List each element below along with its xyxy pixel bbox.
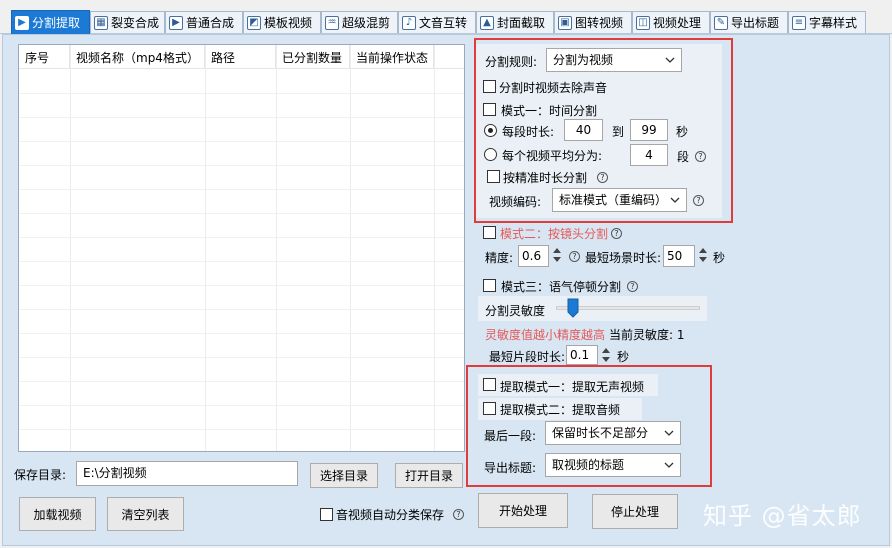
edit-icon: ✎ (714, 15, 728, 30)
column-divider (70, 45, 71, 451)
choose-dir-button[interactable]: 选择目录 (310, 463, 378, 488)
row-separator (19, 213, 464, 214)
help-icon[interactable]: ? (627, 281, 638, 292)
current-sensitivity: 当前灵敏度: 1 (609, 328, 685, 342)
tab-split-extract[interactable]: ▶ 分割提取 (11, 10, 90, 34)
open-dir-button[interactable]: 打开目录 (395, 463, 463, 488)
min-scene-label: 最短场景时长: (585, 251, 662, 265)
help-icon[interactable]: ? (453, 509, 464, 520)
min-clip-input[interactable]: 0.1 (566, 345, 598, 365)
mode3-checkbox[interactable] (483, 279, 496, 292)
start-process-button[interactable]: 开始处理 (478, 493, 568, 528)
tab-label: 裂变合成 (111, 16, 160, 30)
column-header-status[interactable]: 当前操作状态 (350, 45, 434, 69)
tab-template-video[interactable]: ◩ 模板视频 (243, 11, 321, 33)
tab-text-audio[interactable]: ♪ 文音互转 (398, 11, 476, 33)
tab-label: 视频处理 (653, 16, 702, 30)
row-separator (19, 93, 464, 94)
row-separator (19, 381, 464, 382)
clear-list-button[interactable]: 清空列表 (107, 497, 184, 531)
row-separator (19, 357, 464, 358)
min-scene-input[interactable]: 50 (663, 245, 695, 267)
column-divider (434, 45, 435, 451)
image-icon: ▲ (480, 15, 494, 30)
template-icon: ◩ (247, 15, 261, 30)
slideshow-icon: ▣ (558, 15, 572, 30)
tab-export-title[interactable]: ✎ 导出标题 (710, 11, 788, 33)
min-scene-spinner[interactable] (697, 245, 709, 265)
column-divider (205, 45, 206, 451)
tab-super-mix[interactable]: ♒ 超级混剪 (321, 11, 398, 33)
tab-cover-capture[interactable]: ▲ 封面截取 (476, 11, 554, 33)
seconds-label: 秒 (617, 350, 630, 364)
video-process-icon: ◫ (636, 15, 650, 30)
row-separator (19, 429, 464, 430)
tab-label: 模板视频 (264, 16, 313, 30)
sensitivity-label: 分割灵敏度 (485, 304, 546, 318)
row-separator (19, 333, 464, 334)
column-divider (350, 45, 351, 451)
load-video-button[interactable]: 加载视频 (19, 497, 96, 531)
video-list-table[interactable]: 序号 视频名称（mp4格式） 路径 已分割数量 当前操作状态 (18, 44, 465, 452)
row-separator (19, 165, 464, 166)
help-icon[interactable]: ? (611, 228, 622, 239)
row-separator (19, 285, 464, 286)
highlight-box-split (474, 38, 733, 223)
waveform-icon: ♒ (325, 15, 339, 30)
tab-fission-compose[interactable]: ▦ 裂变合成 (90, 11, 165, 33)
auto-classify-label: 音视频自动分类保存 (336, 508, 445, 522)
precision-spinner[interactable] (551, 245, 563, 265)
min-clip-spinner[interactable] (600, 345, 612, 365)
row-separator (19, 237, 464, 238)
row-separator (19, 189, 464, 190)
auto-classify-checkbox[interactable] (320, 508, 333, 521)
tab-subtitle-style[interactable]: ≡ 字幕样式 (788, 11, 866, 33)
precision-input[interactable]: 0.6 (518, 245, 549, 267)
column-header-name[interactable]: 视频名称（mp4格式） (70, 45, 205, 69)
sensitivity-hint: 灵敏度值越小精度越高 (485, 328, 606, 342)
column-header-index[interactable]: 序号 (19, 45, 70, 69)
sensitivity-slider[interactable] (556, 298, 700, 318)
row-separator (19, 117, 464, 118)
tab-label: 超级混剪 (342, 16, 391, 30)
row-separator (19, 261, 464, 262)
row-separator (19, 405, 464, 406)
precision-label: 精度: (485, 251, 514, 265)
help-icon[interactable]: ? (569, 251, 580, 262)
highlight-box-extract (466, 365, 712, 487)
mode2-checkbox[interactable] (483, 226, 496, 239)
tab-video-process[interactable]: ◫ 视频处理 (632, 11, 710, 33)
column-header-path[interactable]: 路径 (205, 45, 276, 69)
film-icon: ▦ (94, 15, 108, 30)
column-header-split-count[interactable]: 已分割数量 (276, 45, 350, 69)
row-separator (19, 141, 464, 142)
tab-image-to-video[interactable]: ▣ 图转视频 (554, 11, 632, 33)
tab-label: 文音互转 (419, 16, 468, 30)
play-icon: ▶ (169, 15, 183, 30)
tab-label: 分割提取 (32, 16, 81, 30)
mode3-label: 模式三：语气停顿分割 (501, 280, 622, 294)
slider-thumb[interactable] (567, 298, 579, 318)
microphone-icon: ♪ (402, 15, 416, 30)
tab-label: 图转视频 (575, 16, 624, 30)
tab-label: 导出标题 (731, 16, 780, 30)
tab-normal-compose[interactable]: ▶ 普通合成 (165, 11, 243, 33)
save-dir-label: 保存目录: (14, 468, 67, 482)
tab-label: 封面截取 (497, 16, 546, 30)
row-separator (19, 309, 464, 310)
subtitle-icon: ≡ (792, 15, 806, 30)
min-clip-label: 最短片段时长: (489, 350, 566, 364)
play-icon: ▶ (15, 15, 29, 30)
seconds-label: 秒 (713, 251, 726, 265)
stop-process-button[interactable]: 停止处理 (592, 494, 678, 529)
watermark: 知乎 @省太郎 (703, 502, 862, 530)
mode2-label: 模式二：按镜头分割 (500, 227, 609, 241)
column-divider (276, 45, 277, 451)
tab-label: 字幕样式 (809, 16, 858, 30)
tab-bar: ▶ 分割提取 ▦ 裂变合成 ▶ 普通合成 ◩ 模板视频 ♒ 超级混剪 ♪ 文音互转 ▲ 封面截… (0, 0, 892, 34)
tab-label: 普通合成 (186, 16, 235, 30)
table-header: 序号 视频名称（mp4格式） 路径 已分割数量 当前操作状态 (19, 45, 464, 69)
save-dir-input[interactable]: E:\分割视频 (76, 461, 298, 486)
